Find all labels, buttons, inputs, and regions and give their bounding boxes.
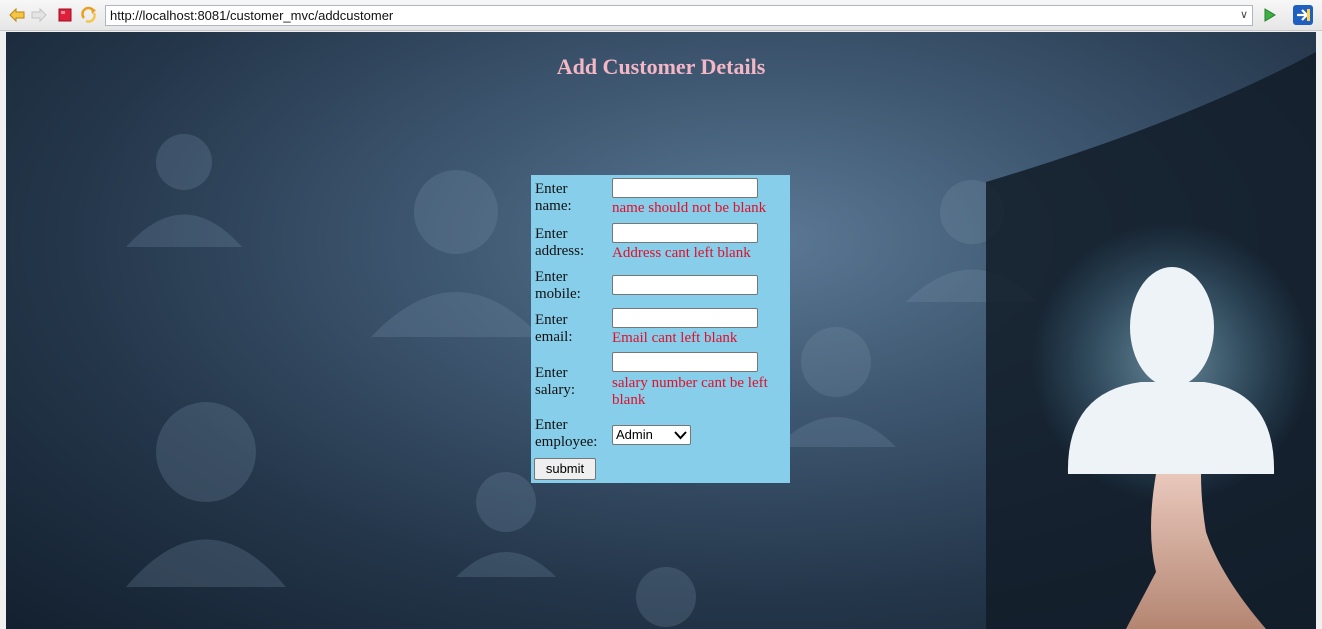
mobile-input[interactable] — [612, 275, 758, 295]
salary-label: Enter salary: — [535, 365, 575, 398]
browser-toolbar: http://localhost:8081/customer_mvc/addcu… — [0, 0, 1322, 31]
stop-icon[interactable] — [56, 6, 74, 24]
employee-select[interactable]: Admin — [612, 425, 691, 445]
mobile-label: Enter mobile: — [535, 269, 581, 302]
email-error: Email cant left blank — [612, 330, 738, 346]
employee-label: Enter employee: — [535, 417, 598, 450]
employee-selected-value: Admin — [616, 427, 653, 442]
go-icon[interactable] — [1260, 6, 1278, 24]
url-text: http://localhost:8081/customer_mvc/addcu… — [110, 8, 394, 23]
salary-input[interactable] — [612, 352, 758, 372]
name-error: name should not be blank — [612, 200, 767, 216]
address-error: Address cant left blank — [612, 245, 751, 261]
email-label: Enter email: — [535, 312, 573, 345]
page-title: Add Customer Details — [556, 54, 766, 79]
name-label: Enter name: — [535, 181, 572, 214]
dropdown-icon[interactable]: ∨ — [1240, 6, 1248, 25]
address-label: Enter address: — [535, 226, 585, 259]
customer-form: Enter name: name should not be blank Ente… — [531, 175, 790, 483]
address-input[interactable] — [612, 223, 758, 243]
salary-error: salary number cant be left blank — [612, 375, 768, 408]
forward-icon[interactable] — [30, 6, 48, 24]
name-input[interactable] — [612, 178, 758, 198]
chevron-down-icon — [674, 431, 687, 440]
submit-button[interactable]: submit — [534, 458, 596, 480]
page-viewport: Add Customer Details Enter name: name sho… — [6, 32, 1316, 629]
address-bar[interactable]: http://localhost:8081/customer_mvc/addcu… — [105, 5, 1253, 26]
refresh-icon[interactable] — [80, 6, 98, 24]
email-input[interactable] — [612, 308, 758, 328]
back-icon[interactable] — [8, 6, 26, 24]
open-external-icon[interactable] — [1292, 4, 1314, 26]
